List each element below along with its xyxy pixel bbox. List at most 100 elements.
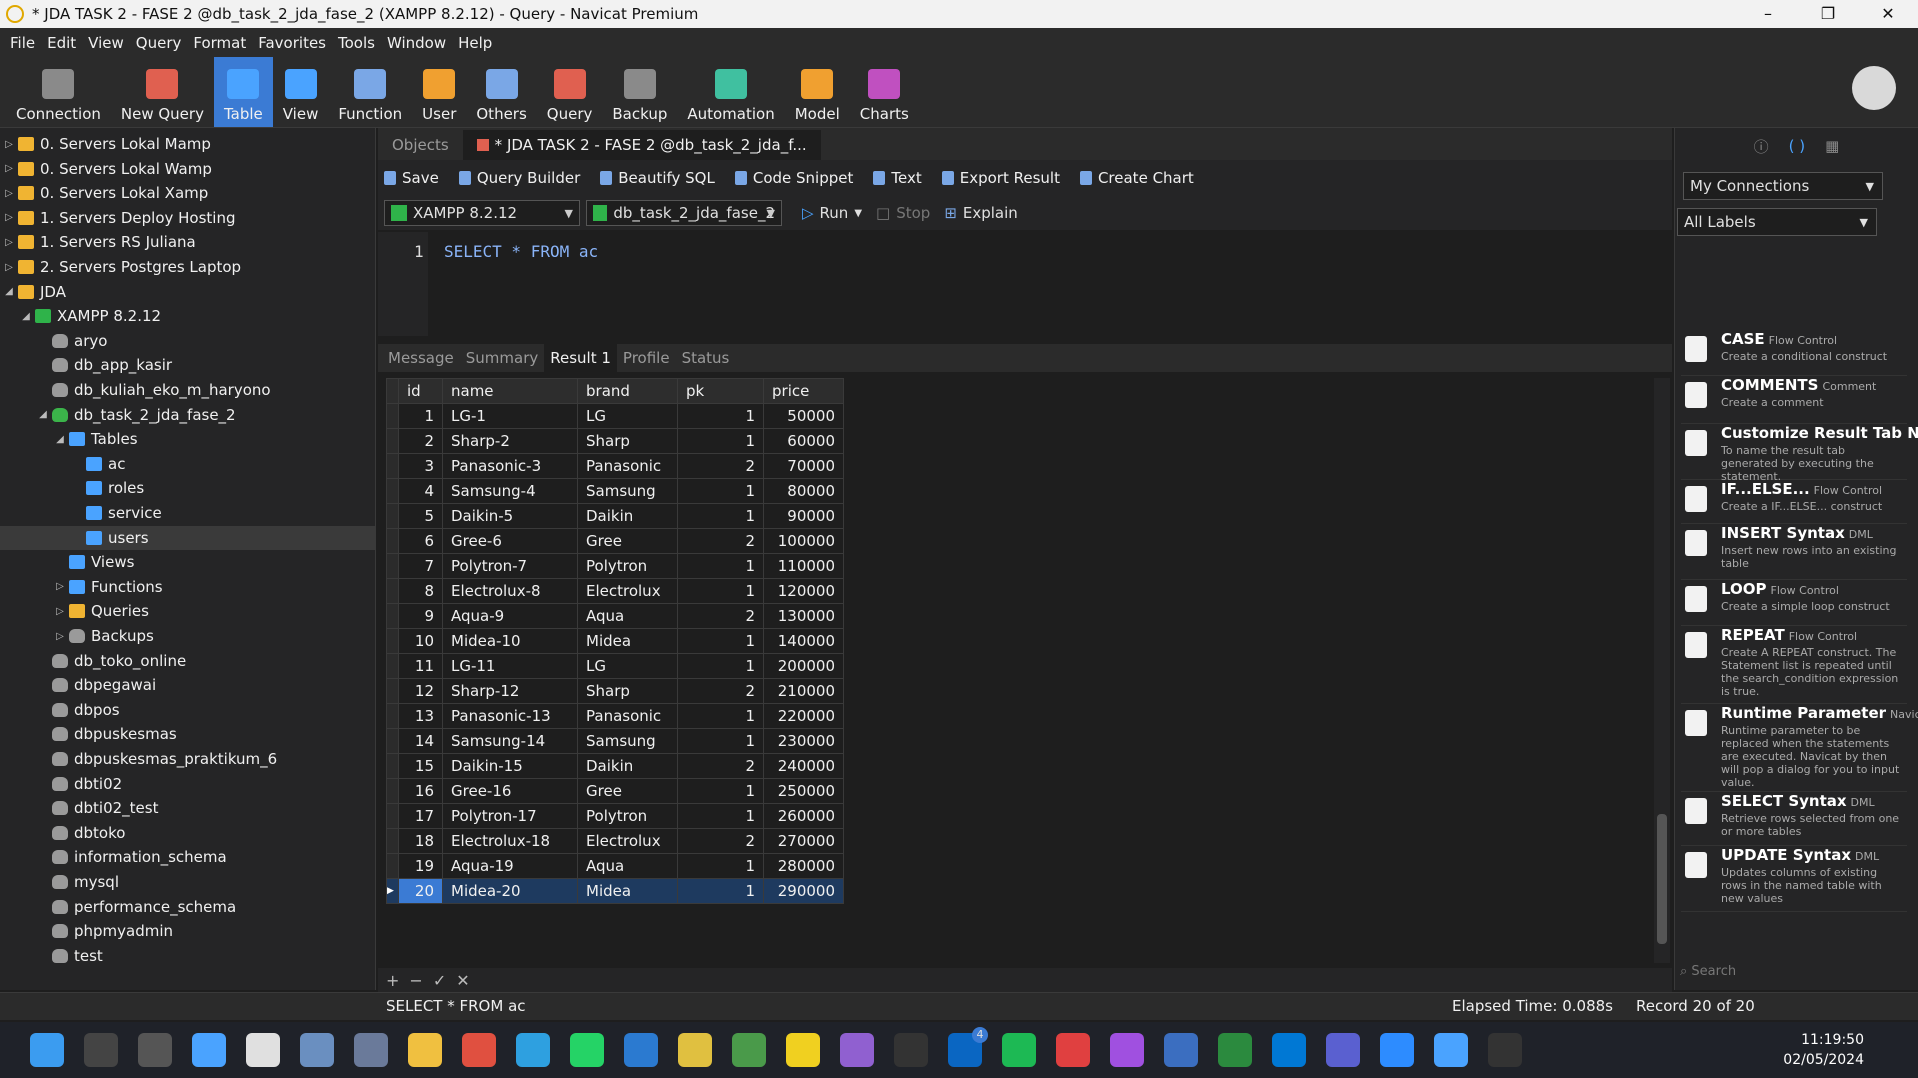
cell-price[interactable]: 270000	[763, 828, 844, 854]
tree-item[interactable]: dbpegawai	[36, 673, 156, 697]
row-marker[interactable]	[386, 453, 399, 479]
connection-select[interactable]: XAMPP 8.2.12 ▼	[384, 200, 580, 226]
cell-name[interactable]: Gree-16	[442, 778, 578, 804]
table-row[interactable]: 3 Panasonic-3 Panasonic 2 70000	[386, 453, 844, 479]
cell-brand[interactable]: Electrolux	[577, 828, 678, 854]
tree-item[interactable]: mysql	[36, 870, 119, 894]
cell-pk[interactable]: 1	[677, 503, 764, 529]
query-export-result-button[interactable]: Export Result	[941, 169, 1060, 187]
cell-pk[interactable]: 1	[677, 703, 764, 729]
tab-status[interactable]: Status	[676, 344, 736, 372]
tree-toggle-icon[interactable]: ▷	[2, 262, 16, 273]
remote-desktop-icon[interactable]	[354, 1033, 388, 1067]
cell-pk[interactable]: 1	[677, 403, 764, 429]
tree-toggle-icon[interactable]: ▷	[53, 606, 67, 617]
cell-brand[interactable]: Midea	[577, 628, 678, 654]
cell-id[interactable]: 6	[398, 528, 443, 554]
row-marker[interactable]: ▶	[386, 878, 399, 904]
tab-result-1[interactable]: Result 1	[544, 344, 617, 372]
table-row[interactable]: 5 Daikin-5 Daikin 1 90000	[386, 503, 844, 529]
tree-toggle-icon[interactable]: ◢	[2, 286, 16, 297]
column-header-name[interactable]: name	[442, 378, 578, 404]
snippet-item[interactable]: LOOP Flow Control Create a simple loop con…	[1681, 580, 1907, 626]
table-row[interactable]: 4 Samsung-4 Samsung 1 80000	[386, 478, 844, 504]
grid-scrollbar[interactable]	[1654, 378, 1670, 963]
table-row[interactable]: 9 Aqua-9 Aqua 2 130000	[386, 603, 844, 629]
tree-item[interactable]: users	[0, 525, 375, 550]
cell-price[interactable]: 140000	[763, 628, 844, 654]
cell-pk[interactable]: 1	[677, 653, 764, 679]
cell-pk[interactable]: 2	[677, 828, 764, 854]
cell-price[interactable]: 260000	[763, 803, 844, 829]
tree-toggle-icon[interactable]: ▷	[53, 581, 67, 592]
cell-id[interactable]: 19	[398, 853, 443, 879]
tree-toggle-icon[interactable]: ▷	[2, 188, 16, 199]
table-row[interactable]: 18 Electrolux-18 Electrolux 2 270000	[386, 828, 844, 854]
toolbar-connection-button[interactable]: Connection	[6, 57, 111, 127]
tree-toggle-icon[interactable]: ▷	[2, 212, 16, 223]
tree-toggle-icon[interactable]: ▷	[2, 237, 16, 248]
tab-profile[interactable]: Profile	[617, 344, 676, 372]
tree-item[interactable]: service	[70, 501, 162, 525]
excel-icon[interactable]	[732, 1033, 766, 1067]
cell-id[interactable]: 11	[398, 653, 443, 679]
tree-item[interactable]: information_schema	[36, 845, 227, 869]
tab-message[interactable]: Message	[382, 344, 460, 372]
cell-price[interactable]: 90000	[763, 503, 844, 529]
tree-toggle-icon[interactable]: ▷	[2, 163, 16, 174]
cell-brand[interactable]: Sharp	[577, 678, 678, 704]
tree-item[interactable]: aryo	[36, 329, 107, 353]
row-marker[interactable]	[386, 503, 399, 529]
snippet-item[interactable]: COMMENTS Comment Create a comment	[1681, 376, 1907, 424]
cell-id[interactable]: 17	[398, 803, 443, 829]
cell-brand[interactable]: Aqua	[577, 603, 678, 629]
cell-price[interactable]: 100000	[763, 528, 844, 554]
tree-item[interactable]: ◢ XAMPP 8.2.12	[19, 304, 161, 328]
row-marker[interactable]	[386, 478, 399, 504]
tree-item[interactable]: ▷ 0. Servers Lokal Wamp	[2, 157, 212, 181]
navicat-icon[interactable]	[678, 1033, 712, 1067]
outlook-icon[interactable]	[1272, 1033, 1306, 1067]
menu-file[interactable]: File	[4, 34, 41, 52]
menu-edit[interactable]: Edit	[41, 34, 82, 52]
toolbar-view-button[interactable]: View	[273, 57, 329, 127]
table-row[interactable]: 10 Midea-10 Midea 1 140000	[386, 628, 844, 654]
cell-name[interactable]: Panasonic-13	[442, 703, 578, 729]
tree-item[interactable]: ▷ 1. Servers RS Juliana	[2, 230, 196, 254]
cell-id[interactable]: 2	[398, 428, 443, 454]
row-marker[interactable]	[386, 603, 399, 629]
cell-brand[interactable]: Panasonic	[577, 703, 678, 729]
cell-id[interactable]: 13	[398, 703, 443, 729]
cell-id[interactable]: 15	[398, 753, 443, 779]
tree-toggle-icon[interactable]: ▷	[53, 631, 67, 642]
table-row[interactable]: ▶ 20 Midea-20 Midea 1 290000	[386, 878, 844, 904]
row-marker[interactable]	[386, 578, 399, 604]
scroll-thumb[interactable]	[1657, 814, 1667, 944]
close-button[interactable]: ✕	[1858, 0, 1918, 28]
tree-item[interactable]: dbpuskesmas_praktikum_6	[36, 747, 277, 771]
toolbar-query-button[interactable]: Query	[537, 57, 603, 127]
cell-brand[interactable]: Aqua	[577, 853, 678, 879]
cell-pk[interactable]: 2	[677, 678, 764, 704]
snippet-item[interactable]: REPEAT Flow Control Create A REPEAT constr…	[1681, 626, 1907, 704]
cell-brand[interactable]: Daikin	[577, 753, 678, 779]
cell-pk[interactable]: 1	[677, 428, 764, 454]
tab-summary[interactable]: Summary	[460, 344, 545, 372]
cell-price[interactable]: 60000	[763, 428, 844, 454]
cell-id[interactable]: 1	[398, 403, 443, 429]
cell-name[interactable]: LG-1	[442, 403, 578, 429]
tree-item[interactable]: db_toko_online	[36, 649, 186, 673]
maximize-button[interactable]: ❐	[1798, 0, 1858, 28]
table-row[interactable]: 8 Electrolux-8 Electrolux 1 120000	[386, 578, 844, 604]
cell-id[interactable]: 10	[398, 628, 443, 654]
tree-item[interactable]: ▷ Functions	[53, 575, 162, 599]
vscode-icon[interactable]	[624, 1033, 658, 1067]
cell-brand[interactable]: LG	[577, 403, 678, 429]
menu-favorites[interactable]: Favorites	[252, 34, 332, 52]
query-beautify-sql-button[interactable]: Beautify SQL	[600, 169, 715, 187]
tab-objects[interactable]: Objects	[378, 130, 463, 160]
row-marker[interactable]	[386, 653, 399, 679]
database-select[interactable]: db_task_2_jda_fase_2 ▼	[586, 200, 782, 226]
cell-id[interactable]: 9	[398, 603, 443, 629]
more-apps-icon[interactable]	[1488, 1033, 1522, 1067]
